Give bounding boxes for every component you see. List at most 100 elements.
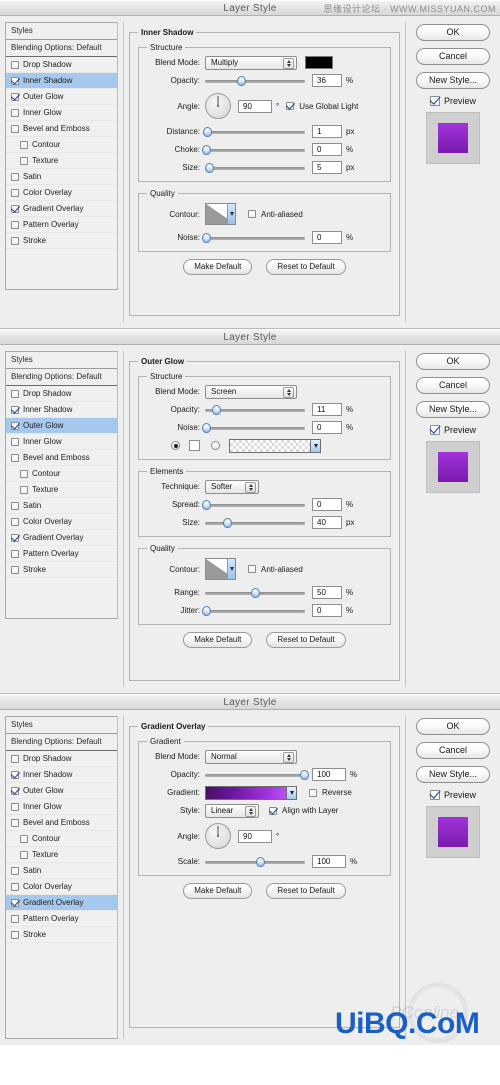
checkbox-anti-aliased[interactable] (248, 565, 256, 573)
radio-gradient[interactable] (211, 441, 220, 450)
sidebar-item-color-overlay[interactable]: Color Overlay (6, 879, 117, 895)
checkbox-outer-glow[interactable] (11, 421, 19, 430)
sidebar-item-gradient-overlay[interactable]: Gradient Overlay (6, 530, 117, 546)
contour-preset-picker[interactable] (205, 203, 236, 225)
sidebar-item-drop-shadow[interactable]: Drop Shadow (6, 57, 117, 73)
checkbox-drop-shadow[interactable] (11, 754, 19, 763)
choke-field[interactable]: 0 (312, 143, 342, 156)
checkbox-color-overlay[interactable] (11, 517, 19, 526)
checkbox-satin[interactable] (11, 172, 19, 181)
technique-select[interactable]: Softer (205, 479, 259, 494)
sidebar-item-bevel-and-emboss[interactable]: Bevel and Emboss (6, 815, 117, 831)
slider-knob[interactable] (256, 856, 265, 867)
angle-field[interactable]: 90 (238, 99, 272, 113)
checkbox-align-with-layer[interactable] (269, 806, 277, 815)
sidebar-item-stroke[interactable]: Stroke (6, 927, 117, 943)
blending-options-row[interactable]: Blending Options: Default (6, 369, 117, 386)
preview-toggle[interactable]: Preview (429, 790, 476, 800)
sidebar-item-pattern-overlay[interactable]: Pattern Overlay (6, 217, 117, 233)
make-default-button[interactable]: Make Default (183, 259, 253, 275)
checkbox-preview[interactable] (429, 425, 440, 435)
checkbox-contour[interactable] (20, 469, 28, 478)
checkbox-preview[interactable] (429, 96, 440, 106)
sidebar-item-texture[interactable]: Texture (6, 153, 117, 169)
checkbox-gradient-overlay[interactable] (11, 533, 19, 542)
slider-knob[interactable] (237, 75, 246, 86)
blend-mode-select[interactable]: Screen (205, 384, 297, 399)
slider-knob[interactable] (212, 404, 221, 415)
sidebar-item-satin[interactable]: Satin (6, 169, 117, 185)
contour-preset-picker[interactable] (205, 558, 236, 580)
checkbox-inner-shadow[interactable] (11, 770, 19, 779)
slider-knob[interactable] (202, 499, 211, 510)
angle-dial[interactable] (205, 823, 231, 849)
reset-to-default-button[interactable]: Reset to Default (266, 259, 346, 275)
sidebar-item-drop-shadow[interactable]: Drop Shadow (6, 751, 117, 767)
chevron-down-icon[interactable] (227, 559, 235, 579)
sidebar-item-inner-shadow[interactable]: Inner Shadow (6, 767, 117, 783)
gradient-picker[interactable] (205, 785, 297, 800)
new-style-button[interactable]: New Style... (416, 766, 490, 783)
checkbox-gradient-overlay[interactable] (11, 204, 19, 213)
slider-knob[interactable] (300, 769, 309, 780)
sidebar-item-color-overlay[interactable]: Color Overlay (6, 514, 117, 530)
sidebar-item-bevel-and-emboss[interactable]: Bevel and Emboss (6, 450, 117, 466)
checkbox-pattern-overlay[interactable] (11, 549, 19, 558)
slider-knob[interactable] (223, 517, 232, 528)
noise-slider[interactable] (202, 422, 305, 434)
opacity-field[interactable]: 100 (312, 768, 346, 781)
checkbox-satin[interactable] (11, 501, 19, 510)
checkbox-contour[interactable] (20, 834, 28, 843)
shadow-color-swatch[interactable] (305, 56, 333, 69)
sidebar-item-satin[interactable]: Satin (6, 498, 117, 514)
size-slider[interactable] (205, 517, 305, 529)
title-bar[interactable]: Layer Style (0, 329, 500, 345)
checkbox-bevel-and-emboss[interactable] (11, 453, 19, 462)
cancel-button[interactable]: Cancel (416, 377, 490, 394)
reset-to-default-button[interactable]: Reset to Default (266, 883, 346, 899)
sidebar-item-inner-shadow[interactable]: Inner Shadow (6, 402, 117, 418)
sidebar-item-texture[interactable]: Texture (6, 482, 117, 498)
cancel-button[interactable]: Cancel (416, 48, 490, 65)
checkbox-anti-aliased[interactable] (248, 210, 256, 218)
sidebar-item-color-overlay[interactable]: Color Overlay (6, 185, 117, 201)
checkbox-reverse[interactable] (309, 788, 317, 797)
sidebar-item-inner-glow[interactable]: Inner Glow (6, 105, 117, 121)
opacity-slider[interactable] (205, 769, 309, 781)
sidebar-item-inner-glow[interactable]: Inner Glow (6, 799, 117, 815)
noise-field[interactable]: 0 (312, 231, 342, 244)
ok-button[interactable]: OK (416, 718, 490, 735)
sidebar-item-inner-glow[interactable]: Inner Glow (6, 434, 117, 450)
cancel-button[interactable]: Cancel (416, 742, 490, 759)
slider-knob[interactable] (205, 162, 214, 173)
opacity-slider[interactable] (205, 404, 305, 416)
sidebar-item-contour[interactable]: Contour (6, 137, 117, 153)
slider-knob[interactable] (251, 587, 260, 598)
checkbox-pattern-overlay[interactable] (11, 220, 19, 229)
glow-color-swatch[interactable] (189, 440, 200, 451)
range-field[interactable]: 50 (312, 586, 342, 599)
checkbox-satin[interactable] (11, 866, 19, 875)
checkbox-drop-shadow[interactable] (11, 389, 19, 398)
scale-field[interactable]: 100 (312, 855, 346, 868)
noise-field[interactable]: 0 (312, 421, 342, 434)
make-default-button[interactable]: Make Default (183, 883, 253, 899)
gradient-style-select[interactable]: Linear (205, 803, 259, 818)
slider-knob[interactable] (203, 126, 212, 137)
distance-slider[interactable] (203, 126, 305, 138)
checkbox-outer-glow[interactable] (11, 92, 19, 101)
checkbox-outer-glow[interactable] (11, 786, 19, 795)
size-field[interactable]: 5 (312, 161, 342, 174)
jitter-field[interactable]: 0 (312, 604, 342, 617)
radio-solid-color[interactable] (171, 441, 180, 450)
sidebar-item-texture[interactable]: Texture (6, 847, 117, 863)
title-bar[interactable]: Layer Style (0, 694, 500, 710)
checkbox-bevel-and-emboss[interactable] (11, 818, 19, 827)
checkbox-use-global-light[interactable] (286, 102, 295, 110)
angle-field[interactable]: 90 (238, 829, 272, 843)
scale-slider[interactable] (205, 856, 305, 868)
size-slider[interactable] (205, 162, 305, 174)
sidebar-item-outer-glow[interactable]: Outer Glow (6, 89, 117, 105)
ok-button[interactable]: OK (416, 24, 490, 41)
noise-slider[interactable] (202, 232, 305, 244)
